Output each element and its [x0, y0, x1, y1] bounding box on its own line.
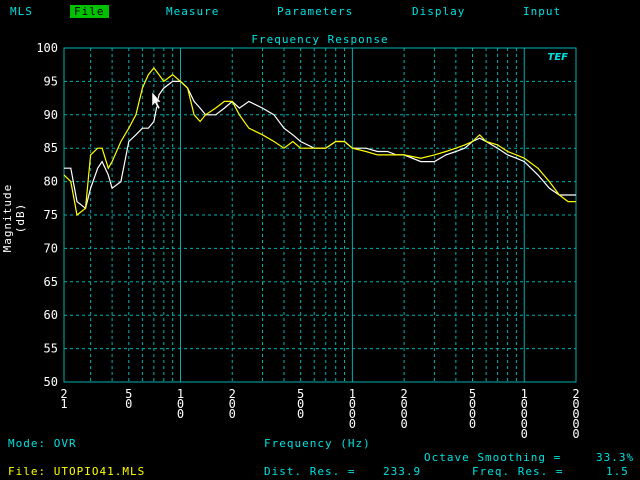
file-readout: File: UTOPIO41.MLS: [8, 465, 145, 478]
y-tick-label: 85: [44, 141, 58, 155]
y-tick-label: 50: [44, 375, 58, 389]
freq-res-readout: Freq. Res. =: [472, 465, 563, 478]
octave-smoothing-value: 33.3%: [596, 451, 635, 464]
octave-smoothing-label: Octave Smoothing =: [424, 451, 562, 464]
y-tick-label: 55: [44, 342, 58, 356]
y-tick-label: 90: [44, 108, 58, 122]
y-tick-label: 100: [36, 41, 58, 55]
x-axis-title: Frequency (Hz): [264, 437, 371, 450]
x-tick-label: 5000: [469, 387, 476, 431]
freq-res-value: 1.5: [606, 465, 629, 478]
x-tick-label: 200: [229, 387, 236, 421]
octave-smoothing-readout: Octave Smoothing =: [424, 451, 561, 464]
x-tick-label: 100: [177, 387, 184, 421]
x-tick-label: 500: [297, 387, 304, 421]
y-tick-label: 75: [44, 208, 58, 222]
y-tick-label: 80: [44, 175, 58, 189]
mode-readout: Mode: OVR: [8, 437, 77, 450]
dist-res-value: 233.9: [383, 465, 422, 478]
x-tick-label: 21: [60, 387, 67, 411]
mode-label: Mode:: [8, 437, 47, 450]
file-name: UTOPIO41.MLS: [53, 465, 146, 478]
series-line-1: [63, 67, 576, 217]
x-tick-label: 10000: [521, 387, 528, 441]
tef-logo: TEF: [548, 52, 569, 63]
y-tick-label: 65: [44, 275, 58, 289]
y-tick-label: 95: [44, 74, 58, 88]
x-tick-label: 50: [125, 387, 132, 411]
file-label: File:: [8, 465, 47, 478]
y-tick-label: 60: [44, 308, 58, 322]
x-tick-label: 2000: [401, 387, 408, 431]
plot-frame: [63, 47, 577, 383]
y-tick-label: 70: [44, 241, 58, 255]
x-tick-label: 20000: [572, 387, 579, 441]
series-line-0: [64, 80, 576, 210]
x-tick-label: 1000: [349, 387, 356, 431]
dist-res-readout: Dist. Res. =: [264, 465, 355, 478]
freq-res-label: Freq. Res. =: [472, 465, 564, 478]
mode-value: OVR: [53, 437, 77, 450]
y-axis-title: Magnitude (dB): [1, 183, 27, 253]
frequency-response-chart[interactable]: 505560657075808590951002 15 01 0 02 0 05 0 01 0 0 0…: [0, 0, 640, 480]
dist-res-label: Dist. Res. =: [264, 465, 356, 478]
